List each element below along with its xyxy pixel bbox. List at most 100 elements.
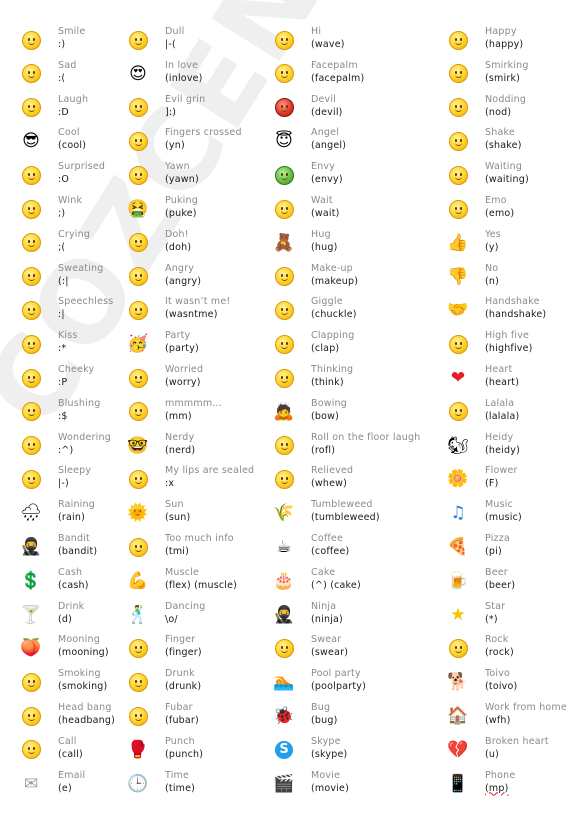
emoticon-item: 🥷 Ninja (ninja) [273, 601, 443, 635]
emoticon-code: (pi) [485, 546, 502, 557]
emoticon-code: (wait) [311, 208, 340, 219]
thinking-icon [273, 367, 295, 389]
wait-icon [273, 198, 295, 220]
emoticon-code: (n) [485, 275, 500, 287]
emoticon-code: (worry) [165, 377, 201, 388]
emoticon-name: Toivo [485, 668, 511, 680]
bandit-icon: 🥷 [20, 537, 42, 557]
emoticon-code: (mm) [165, 410, 192, 422]
emoticon-item: 🤝 Handshake (handshake) [447, 296, 578, 330]
emoticon-code: (shake) [485, 140, 522, 152]
emoticon-name: Fingers crossed [165, 127, 242, 139]
emoticon-code: :O [58, 174, 70, 186]
emoticon-item: 💔 Broken heart (u) [447, 736, 578, 770]
emoticon-name: Beer [485, 566, 508, 578]
emoticon-item: 🎂 Cake (^) (cake) [273, 567, 443, 601]
emoticon-item: Yawn (yawn) [127, 161, 297, 195]
emoticon-code: (bandit) [58, 546, 98, 557]
emoticon-name: Too much info [165, 533, 234, 544]
heart-icon: ❤ [450, 368, 466, 388]
mm-icon [127, 401, 149, 423]
emoticon-name: Wait [311, 195, 333, 206]
emoticon-code: (envy) [311, 174, 343, 186]
emoticon-name: Drink [58, 600, 85, 612]
emoticon-item: Doh! (doh) [127, 229, 297, 263]
emoticon-code: (^) (cake) [311, 579, 361, 591]
emoticon-code: (ninja) [311, 613, 343, 625]
emoticon-name: Waiting [485, 161, 523, 173]
emoticon-name: Punch [165, 735, 195, 747]
emoticon-item: Giggle (chuckle) [273, 296, 443, 330]
emoticon-code: (party) [165, 343, 199, 355]
rock-icon [447, 637, 469, 659]
emoticon-code: (fubar) [165, 715, 199, 726]
emoticon-code: (smoking) [58, 681, 108, 693]
clapping-icon [273, 333, 295, 355]
emoticon-name: Flower [485, 465, 518, 477]
emoticon-name: Blushing [58, 397, 101, 409]
emoticon-code: (call) [58, 748, 83, 760]
emoticon-name: Kiss [58, 330, 78, 342]
makeup-icon [273, 266, 295, 288]
emoticon-name: Evil grin [165, 93, 206, 105]
doh-icon [127, 232, 149, 254]
emoticon-code: (doh) [165, 241, 192, 253]
emoticon-code: (heart) [485, 377, 520, 388]
worried-icon [127, 367, 149, 389]
emoticon-name: In love [165, 59, 199, 71]
evil-grin-icon [127, 97, 149, 119]
devil-icon [273, 97, 295, 119]
birthday-cake-icon: 🎂 [273, 570, 295, 591]
emoticon-item: Smirking (smirk) [447, 60, 578, 94]
emoticon-item: Drunk (drunk) [127, 668, 297, 702]
lips-sealed-icon [127, 468, 149, 490]
emoticon-item: ★ Star (*) [447, 601, 578, 635]
emoticon-code: (cool) [58, 140, 87, 152]
emoticon-code: (nerd) [165, 444, 196, 456]
emoticon-name: Clapping [311, 330, 355, 342]
emoticon-item: Emo (emo) [447, 195, 578, 229]
bowing-man-icon: 🙇 [273, 401, 295, 422]
ninja-icon: 🥷 [273, 604, 295, 625]
emoticon-item: 🎬 Movie (movie) [273, 770, 443, 804]
emoticon-name: Yes [485, 228, 501, 240]
emoticon-code: (devil) [311, 106, 343, 118]
emoticon-name: Broken heart [485, 735, 549, 747]
speechless-icon [20, 299, 42, 321]
emoticon-item: 🤮 Puking (puke) [127, 195, 297, 229]
emoticon-name: Music [485, 499, 514, 511]
emoticon-code: (wfh) [485, 715, 511, 726]
emoticon-item: Swear (swear) [273, 634, 443, 668]
emoticon-code: (lalala) [485, 410, 520, 422]
smirk-icon [447, 63, 469, 85]
emoticon-item: Worried (worry) [127, 364, 297, 398]
high-five-icon [447, 333, 469, 355]
emoticon-code: (tmi) [165, 546, 190, 557]
happy-icon [447, 29, 469, 51]
emoticon-code: (facepalm) [311, 72, 365, 84]
emoticon-code: (skype) [311, 748, 348, 760]
emoticon-item: 🍺 Beer (beer) [447, 567, 578, 601]
emoticon-item: Facepalm (facepalm) [273, 60, 443, 94]
emoticon-name: Smirking [485, 59, 529, 71]
emoticon-item: Rock (rock) [447, 634, 578, 668]
dancing-icon: 🕺 [127, 604, 149, 625]
emoticon-name: Pizza [485, 533, 510, 544]
emoticon-code: (e) [58, 782, 72, 794]
emoticon-name: Doh! [165, 228, 189, 240]
emoticon-code: (sun) [165, 512, 191, 524]
emoticon-name: Speechless [58, 296, 114, 308]
emoticon-code: (hug) [311, 241, 338, 253]
emoticon-item: Clapping (clap) [273, 330, 443, 364]
pool-party-icon: 🏊 [273, 672, 295, 693]
emoticon-name: Email [58, 769, 86, 781]
emoticon-name: Drunk [165, 668, 195, 680]
emoticon-name: Thinking [311, 364, 354, 375]
fingers-crossed-icon [127, 130, 149, 152]
emoticon-name: My lips are sealed [165, 465, 255, 477]
emoticon-code: ]:) [165, 106, 177, 118]
emoticon-code: (time) [165, 782, 196, 794]
emoticon-item: Lalala (lalala) [447, 398, 578, 432]
emoticon-code: (finger) [165, 647, 202, 659]
call-icon [20, 739, 42, 761]
